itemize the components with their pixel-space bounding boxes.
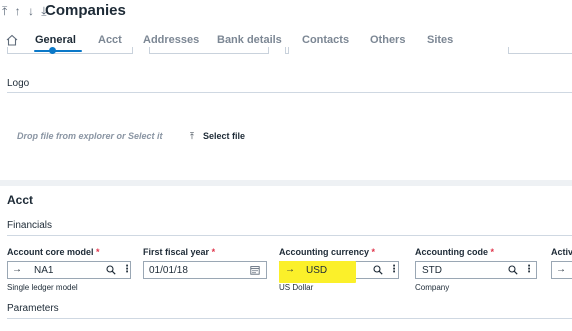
upload-icon[interactable]: ⤒	[190, 131, 194, 142]
accounting-currency-label: Accounting currency *	[279, 247, 376, 257]
account-core-model-value: NA1	[34, 265, 54, 276]
accounting-currency-value: USD	[306, 265, 328, 276]
accounting-code-helper: Company	[415, 283, 450, 292]
first-fiscal-year-label: First fiscal year *	[143, 247, 216, 257]
tab-bank-details[interactable]: Bank details	[217, 34, 282, 46]
acct-section-title: Acct	[7, 193, 34, 207]
tab-general[interactable]: General	[35, 34, 76, 46]
arrow-right-icon[interactable]: →	[12, 264, 22, 275]
more-options-icon[interactable]: ⋮	[389, 264, 399, 275]
logo-section-label: Logo	[7, 78, 30, 89]
section-divider	[7, 92, 572, 93]
record-navigation-arrows[interactable]: ⤒ ↑ ↓ ⤓	[2, 4, 49, 19]
section-divider	[7, 318, 572, 319]
search-icon[interactable]	[508, 265, 518, 275]
account-core-model-field[interactable]: → NA1 ⋮	[7, 261, 132, 279]
account-core-model-label: Account core model *	[7, 247, 100, 257]
search-icon[interactable]	[373, 265, 383, 275]
accounting-code-field[interactable]: STD ⋮	[415, 261, 537, 279]
tab-others[interactable]: Others	[370, 34, 405, 46]
financials-label: Financials	[7, 220, 53, 231]
drop-file-hint: Drop file from explorer or Select it	[17, 131, 163, 141]
home-icon[interactable]	[6, 34, 18, 46]
underlying-field-edge	[508, 47, 572, 54]
activity-field[interactable]: →	[551, 261, 572, 279]
search-icon[interactable]	[106, 265, 116, 275]
tab-bar: General Acct Addresses Bank details Cont…	[0, 30, 572, 54]
underlying-field-edge	[149, 47, 269, 54]
underlying-field-edge	[285, 47, 289, 54]
accounting-code-value: STD	[422, 265, 442, 276]
arrow-right-icon[interactable]: →	[556, 264, 566, 275]
tab-acct[interactable]: Acct	[98, 34, 122, 46]
accounting-currency-helper: US Dollar	[279, 283, 314, 292]
account-core-model-helper: Single ledger model	[7, 283, 78, 292]
first-fiscal-year-field[interactable]: 01/01/18	[143, 261, 267, 279]
more-options-icon[interactable]: ⋮	[122, 264, 132, 275]
arrow-right-icon[interactable]: →	[285, 264, 295, 275]
active-tab-indicator	[34, 50, 82, 52]
first-fiscal-year-value: 01/01/18	[149, 265, 188, 276]
tab-addresses[interactable]: Addresses	[143, 34, 199, 46]
section-separator	[0, 180, 572, 186]
accounting-code-label: Accounting code *	[415, 247, 495, 257]
tab-contacts[interactable]: Contacts	[302, 34, 349, 46]
more-options-icon[interactable]: ⋮	[524, 264, 534, 275]
calendar-icon[interactable]	[250, 265, 260, 275]
section-divider	[7, 235, 572, 236]
activity-label: Activ	[551, 247, 572, 257]
page-title: Companies	[45, 2, 126, 19]
accounting-currency-field[interactable]: → USD ⋮	[279, 261, 399, 283]
active-tab-dot	[49, 47, 56, 54]
tab-sites[interactable]: Sites	[427, 34, 453, 46]
parameters-label: Parameters	[7, 303, 59, 314]
select-file-button[interactable]: Select file	[203, 131, 245, 141]
